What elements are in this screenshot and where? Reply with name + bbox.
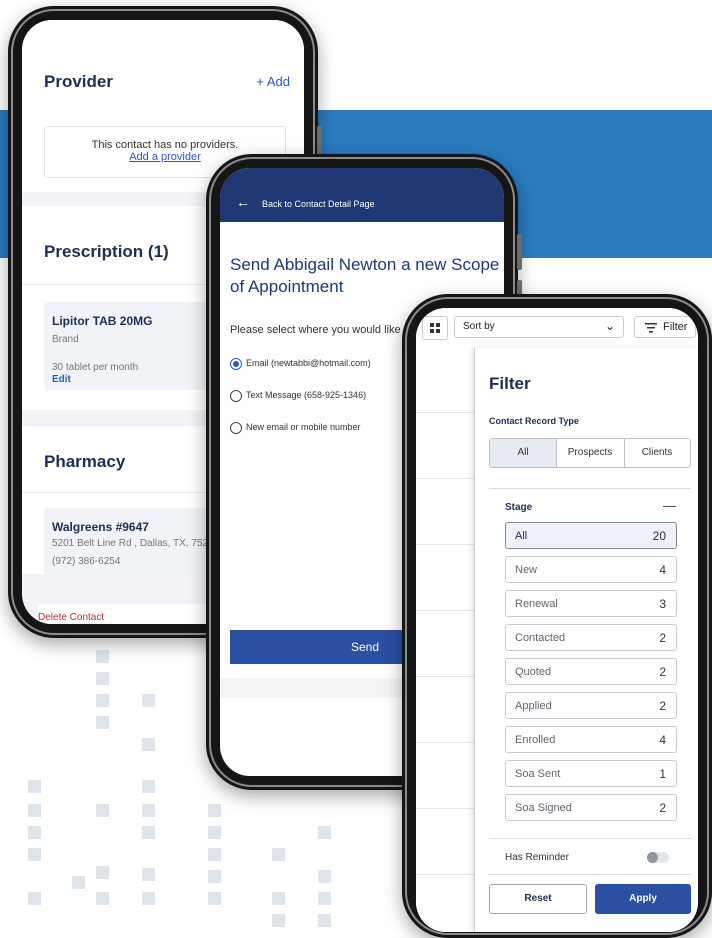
stage-all[interactable]: All 20 xyxy=(505,522,677,549)
stage-label: Stage xyxy=(505,502,533,513)
stage-label-text: All xyxy=(515,530,528,542)
stage-label-text: Soa Sent xyxy=(515,768,561,780)
reset-button[interactable]: Reset xyxy=(489,884,587,914)
stage-count: 1 xyxy=(659,767,666,781)
stage-new[interactable]: New 4 xyxy=(505,556,677,583)
toggle-knob xyxy=(647,852,658,863)
pharmacy-title: Pharmacy xyxy=(44,452,126,471)
stage-label-text: Applied xyxy=(515,700,552,712)
list-toolbar: Sort by ⌄ Filter xyxy=(416,308,698,349)
prescription-title: Prescription (1) xyxy=(44,242,169,261)
empty-providers-text: This contact has no providers. xyxy=(91,139,239,151)
soa-prompt: Please select where you would like xyxy=(230,324,401,336)
stage-renewal[interactable]: Renewal 3 xyxy=(505,590,677,617)
record-type-clients[interactable]: Clients xyxy=(624,439,690,467)
stage-label-text: Quoted xyxy=(515,666,552,678)
record-type-all[interactable]: All xyxy=(490,439,557,467)
back-arrow-icon[interactable]: ← xyxy=(236,194,250,210)
filter-toggle-button[interactable]: Filter xyxy=(634,316,696,338)
delete-contact-button[interactable]: Delete Contact xyxy=(38,612,104,623)
record-type-prospects[interactable]: Prospects xyxy=(556,439,625,467)
option-email-label: Email (newtabbi@hotmail.com) xyxy=(246,358,371,368)
stage-applied[interactable]: Applied 2 xyxy=(505,692,677,719)
record-type-label: Contact Record Type xyxy=(489,416,579,426)
provider-title: Provider xyxy=(44,72,113,91)
stage-label-text: Contacted xyxy=(515,632,566,644)
filter-panel: Filter Contact Record Type All Prospects… xyxy=(474,348,698,932)
has-reminder-label: Has Reminder xyxy=(505,852,569,863)
back-link[interactable]: Back to Contact Detail Page xyxy=(262,199,375,209)
stage-count: 4 xyxy=(659,563,666,577)
drug-quantity: 30 tablet per month xyxy=(52,362,139,373)
record-type-segmented: All Prospects Clients xyxy=(489,438,691,468)
apply-button[interactable]: Apply xyxy=(595,884,691,914)
filter-title: Filter xyxy=(489,374,531,393)
stage-count: 3 xyxy=(659,597,666,611)
radio-email[interactable] xyxy=(230,358,242,370)
has-reminder-toggle[interactable] xyxy=(647,852,669,863)
stage-count: 2 xyxy=(659,631,666,645)
collapse-stage-icon[interactable]: — xyxy=(663,498,676,513)
option-text-label: Text Message (658-925-1346) xyxy=(246,390,367,400)
pharmacy-phone: (972) 386-6254 xyxy=(52,556,121,567)
filter-button-label: Filter xyxy=(663,321,688,333)
stage-soa-sent[interactable]: Soa Sent 1 xyxy=(505,760,677,787)
stage-count: 4 xyxy=(659,733,666,747)
filter-lines-icon xyxy=(645,323,657,333)
stage-contacted[interactable]: Contacted 2 xyxy=(505,624,677,651)
edit-prescription-link[interactable]: Edit xyxy=(52,374,71,385)
send-label: Send xyxy=(350,640,380,654)
option-new-label: New email or mobile number xyxy=(246,422,361,432)
sort-label: Sort by xyxy=(463,321,495,332)
drug-name: Lipitor TAB 20MG xyxy=(52,314,153,328)
background-list xyxy=(416,348,474,932)
radio-new[interactable] xyxy=(230,422,242,434)
chevron-down-icon: ⌄ xyxy=(604,319,615,333)
stage-label-text: Renewal xyxy=(515,598,558,610)
radio-text[interactable] xyxy=(230,390,242,402)
stage-enrolled[interactable]: Enrolled 4 xyxy=(505,726,677,753)
soa-heading: Send Abbigail Newton a new Scope of Appo… xyxy=(230,255,500,296)
stage-list: All 20 New 4 Renewal 3 Contacted 2 Quoted 2 A… xyxy=(487,522,687,832)
phone-filter: Sort by ⌄ Filter Filter Contact Record T… xyxy=(402,294,712,938)
pharmacy-address: 5201 Belt Line Rd , Dallas, TX, 7525 xyxy=(52,538,214,549)
stage-label-text: Enrolled xyxy=(515,734,556,746)
filter-screen: Sort by ⌄ Filter Filter Contact Record T… xyxy=(416,308,698,932)
drug-type: Brand xyxy=(52,334,79,345)
pharmacy-name: Walgreens #9647 xyxy=(52,520,149,534)
stage-quoted[interactable]: Quoted 2 xyxy=(505,658,677,685)
stage-count: 2 xyxy=(659,699,666,713)
add-provider-button[interactable]: + Add xyxy=(256,74,290,89)
stage-soa-signed[interactable]: Soa Signed 2 xyxy=(505,794,677,821)
sort-dropdown[interactable]: Sort by ⌄ xyxy=(454,316,624,338)
soa-nav-bar: ← Back to Contact Detail Page xyxy=(220,168,504,222)
stage-label-text: New xyxy=(515,564,538,576)
stage-label-text: Soa Signed xyxy=(515,802,572,814)
stage-count: 20 xyxy=(652,529,666,543)
stage-count: 2 xyxy=(659,665,666,679)
stage-count: 2 xyxy=(659,801,666,815)
grid-icon xyxy=(430,323,440,333)
grid-view-button[interactable] xyxy=(422,316,448,340)
